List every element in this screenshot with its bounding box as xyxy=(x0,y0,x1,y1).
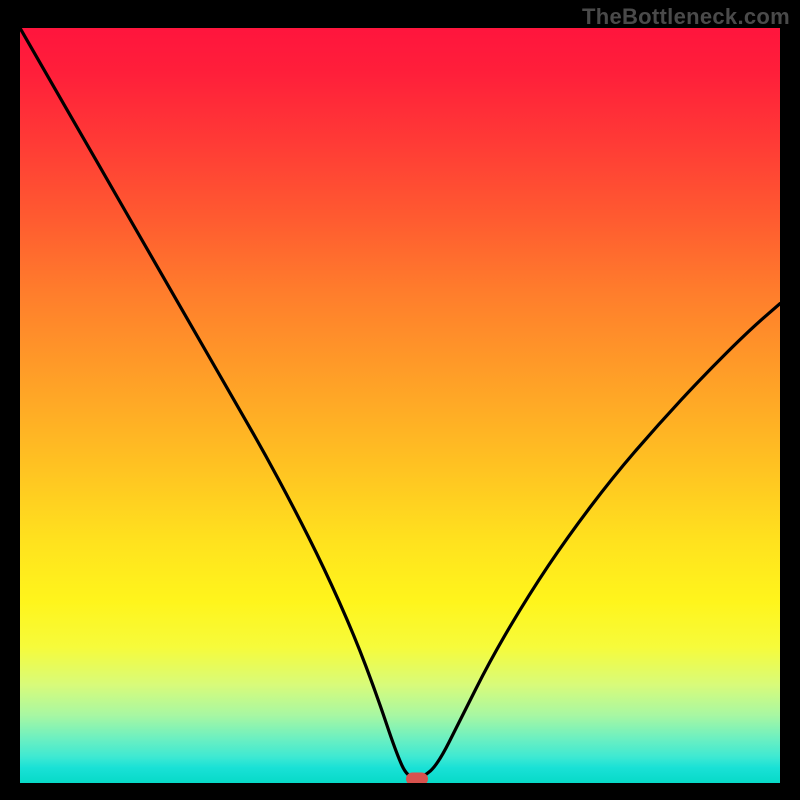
plot-area xyxy=(20,28,780,783)
chart-frame: TheBottleneck.com xyxy=(0,0,800,800)
bottleneck-curve xyxy=(20,28,780,783)
watermark-text: TheBottleneck.com xyxy=(582,4,790,30)
minimum-marker xyxy=(406,773,428,783)
